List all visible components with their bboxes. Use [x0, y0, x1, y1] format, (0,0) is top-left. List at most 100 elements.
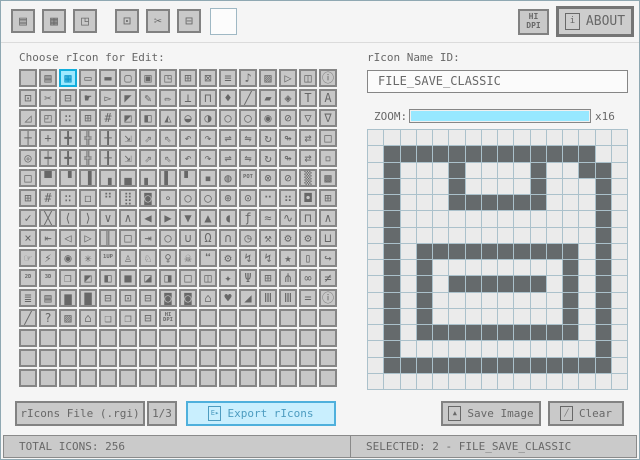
icon-grid-cell[interactable] — [19, 69, 37, 87]
icon-grid-cell[interactable]: ⊟ — [139, 289, 157, 307]
icon-grid-cell[interactable]: Ⅲ — [259, 289, 277, 307]
icon-grid-cell[interactable]: ⓘ — [319, 289, 337, 307]
icon-grid-cell[interactable] — [39, 349, 57, 367]
icon-grid-cell[interactable]: ▰ — [259, 89, 277, 107]
pixel-cell[interactable] — [563, 276, 578, 291]
copy-button[interactable]: ⊡ — [115, 9, 139, 33]
pixel-cell[interactable] — [498, 244, 513, 259]
pixel-cell[interactable] — [596, 260, 611, 275]
icon-grid-cell[interactable]: ╬ — [79, 149, 97, 167]
pixel-cell[interactable] — [514, 228, 529, 243]
icon-grid-cell[interactable]: ⊟ — [59, 89, 77, 107]
icon-grid-cell[interactable]: ◻ — [79, 189, 97, 207]
icon-grid-cell[interactable]: ◩ — [79, 269, 97, 287]
pixel-cell[interactable] — [368, 179, 383, 194]
icon-grid-cell[interactable]: ↶ — [179, 149, 197, 167]
icon-page-button[interactable]: 1/3 — [147, 401, 177, 426]
icon-grid-cell[interactable]: ↯ — [259, 249, 277, 267]
icon-grid-cell[interactable] — [199, 369, 217, 387]
icon-grid-cell[interactable] — [319, 309, 337, 327]
icon-grid-cell[interactable]: ⟨ — [59, 209, 77, 227]
icon-grid-cell[interactable]: ╬ — [79, 129, 97, 147]
pixel-cell[interactable] — [596, 195, 611, 210]
pixel-cell[interactable] — [384, 179, 399, 194]
pixel-cell[interactable] — [401, 195, 416, 210]
icon-grid-cell[interactable]: ∇ — [319, 109, 337, 127]
icon-grid-cell[interactable]: ✦ — [219, 269, 237, 287]
pixel-cell[interactable] — [368, 146, 383, 161]
icon-grid-cell[interactable]: ⇗ — [139, 149, 157, 167]
icon-grid-cell[interactable]: ⊟ — [99, 289, 117, 307]
icon-grid-cell[interactable] — [219, 349, 237, 367]
pixel-cell[interactable] — [466, 309, 481, 324]
pixel-cell[interactable] — [401, 146, 416, 161]
icon-grid-cell[interactable] — [239, 309, 257, 327]
pixel-cell[interactable] — [417, 293, 432, 308]
pixel-cell[interactable] — [449, 163, 464, 178]
pixel-cell[interactable] — [596, 276, 611, 291]
pixel-cell[interactable] — [417, 244, 432, 259]
icon-grid-cell[interactable]: ≡ — [219, 69, 237, 87]
icon-grid-cell[interactable]: ◁ — [59, 229, 77, 247]
pixel-cell[interactable] — [514, 325, 529, 340]
icon-grid-cell[interactable]: 2D — [19, 269, 37, 287]
icon-grid-cell[interactable]: 3D — [39, 269, 57, 287]
pixel-cell[interactable] — [449, 325, 464, 340]
pixel-cell[interactable] — [498, 146, 513, 161]
icon-grid-cell[interactable]: ✓ — [19, 209, 37, 227]
pixel-cell[interactable] — [596, 358, 611, 373]
pixel-cell[interactable] — [449, 211, 464, 226]
icon-grid-cell[interactable]: ▤ — [39, 289, 57, 307]
pixel-cell[interactable] — [579, 358, 594, 373]
pixel-cell[interactable] — [433, 228, 448, 243]
pixel-cell[interactable] — [563, 325, 578, 340]
icon-grid-cell[interactable]: ⊔ — [319, 229, 337, 247]
icon-grid-cell[interactable]: ▆ — [59, 289, 77, 307]
icon-grid-cell[interactable]: ◭ — [159, 109, 177, 127]
pixel-cell[interactable] — [579, 228, 594, 243]
icon-grid-cell[interactable]: ⚙ — [299, 229, 317, 247]
pixel-cell[interactable] — [401, 211, 416, 226]
pixel-cell[interactable] — [514, 358, 529, 373]
pixel-cell[interactable] — [433, 358, 448, 373]
pixel-cell[interactable] — [563, 341, 578, 356]
pixel-cell[interactable] — [417, 195, 432, 210]
pixel-cell[interactable] — [368, 211, 383, 226]
icon-grid-cell[interactable] — [139, 349, 157, 367]
icon-grid-cell[interactable] — [199, 349, 217, 367]
pixel-cell[interactable] — [433, 244, 448, 259]
pixel-cell[interactable] — [417, 341, 432, 356]
icon-grid-cell[interactable]: ◙ — [179, 289, 197, 307]
icon-grid-cell[interactable]: ○ — [219, 109, 237, 127]
icon-grid-cell[interactable]: ✏ — [159, 89, 177, 107]
pixel-cell[interactable] — [547, 163, 562, 178]
pixel-cell[interactable] — [466, 179, 481, 194]
pixel-cell[interactable] — [417, 325, 432, 340]
pixel-cell[interactable] — [433, 146, 448, 161]
icon-grid-cell[interactable] — [279, 369, 297, 387]
icon-grid-cell[interactable]: ⊠ — [199, 69, 217, 87]
icon-grid-cell[interactable]: ⌂ — [199, 289, 217, 307]
pixel-cell[interactable] — [547, 146, 562, 161]
icon-grid-cell[interactable]: □ — [19, 169, 37, 187]
icon-grid-cell[interactable] — [179, 369, 197, 387]
pixel-cell[interactable] — [368, 130, 383, 145]
icon-grid-cell[interactable]: ≠ — [319, 269, 337, 287]
pixel-cell[interactable] — [531, 293, 546, 308]
icon-grid-cell[interactable]: ▨ — [259, 69, 277, 87]
pixel-cell[interactable] — [498, 195, 513, 210]
icon-grid-cell[interactable]: ⇌ — [219, 129, 237, 147]
icon-grid-cell[interactable]: ▭ — [79, 69, 97, 87]
icon-grid-cell[interactable]: ╋ — [59, 149, 77, 167]
pixel-cell[interactable] — [466, 211, 481, 226]
pixel-cell[interactable] — [401, 260, 416, 275]
icon-grid-cell[interactable]: ◙ — [159, 289, 177, 307]
icon-grid-cell[interactable]: □ — [319, 129, 337, 147]
icon-grid-cell[interactable]: ◢ — [239, 289, 257, 307]
pixel-cell[interactable] — [384, 325, 399, 340]
pixel-cell[interactable] — [531, 195, 546, 210]
pixel-cell[interactable] — [466, 374, 481, 389]
icon-grid-cell[interactable]: ║ — [99, 229, 117, 247]
icon-grid-cell[interactable] — [239, 369, 257, 387]
pixel-cell[interactable] — [514, 211, 529, 226]
